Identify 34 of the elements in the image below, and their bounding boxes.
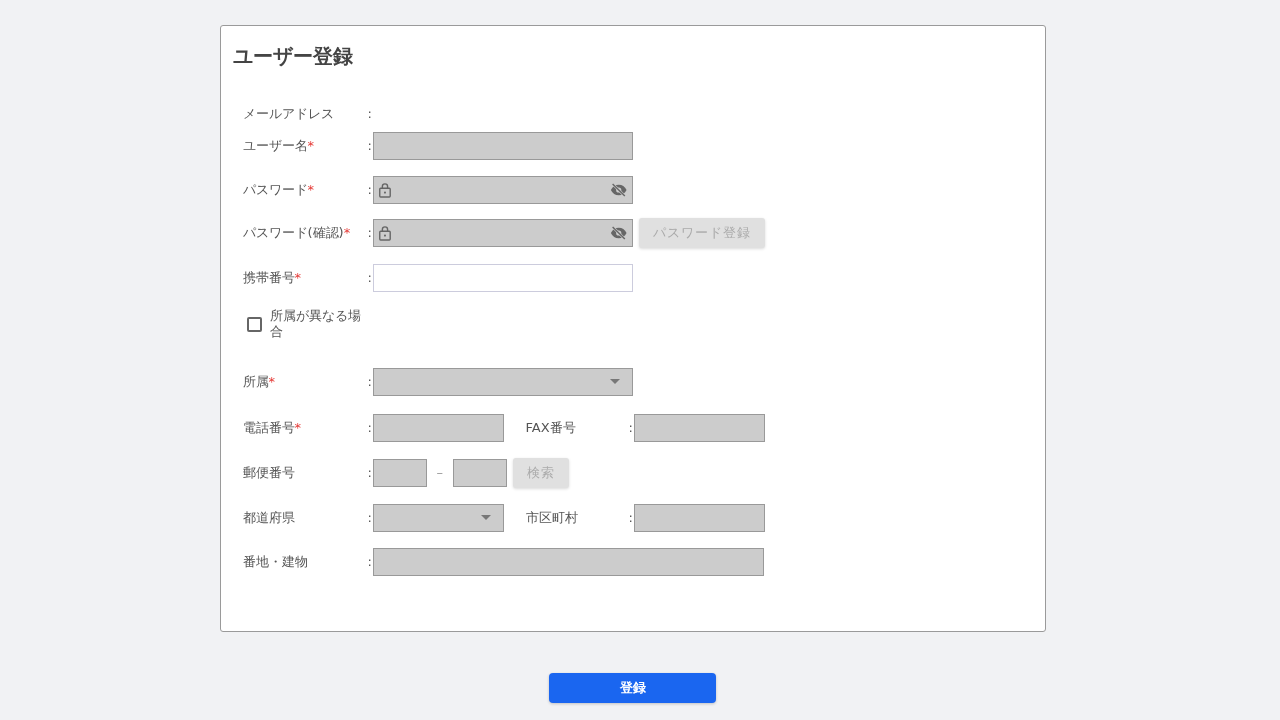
colon: : [367, 105, 373, 124]
form-title: ユーザー登録 [232, 43, 354, 70]
dash-separator: – [436, 464, 443, 483]
field-label: FAX番号 [525, 419, 577, 438]
colon: : [628, 509, 634, 528]
field-label: 携帯番号* [242, 269, 302, 288]
field-label: 市区町村 [525, 509, 579, 528]
field-label: メールアドレス [242, 105, 335, 124]
caret-icon [480, 515, 491, 521]
register-button[interactable]: 登録 [549, 673, 716, 703]
caret-icon [609, 379, 620, 385]
field-label: 所属* [242, 373, 276, 392]
checkbox-label: 所属が異なる場合 [269, 308, 362, 340]
colon: : [367, 509, 373, 528]
checkbox[interactable] [246, 316, 262, 332]
field-label: 電話番号* [242, 419, 302, 438]
field-label: 郵便番号 [242, 464, 296, 483]
colon: : [367, 137, 373, 156]
colon: : [367, 419, 373, 438]
colon: : [367, 373, 373, 392]
colon: : [367, 464, 373, 483]
field-label: 都道府県 [242, 509, 296, 528]
colon: : [367, 181, 373, 200]
input-field[interactable] [372, 264, 633, 292]
field-label: 番地・建物 [242, 553, 309, 572]
field-label: ユーザー名* [242, 137, 315, 156]
colon: : [367, 553, 373, 572]
field-label: パスワード* [242, 181, 315, 200]
colon: : [628, 419, 634, 438]
field-label: パスワード(確認)* [242, 224, 352, 243]
lock-icon [377, 181, 392, 199]
colon: : [367, 224, 373, 243]
lock-icon [377, 224, 392, 242]
colon: : [367, 269, 373, 288]
